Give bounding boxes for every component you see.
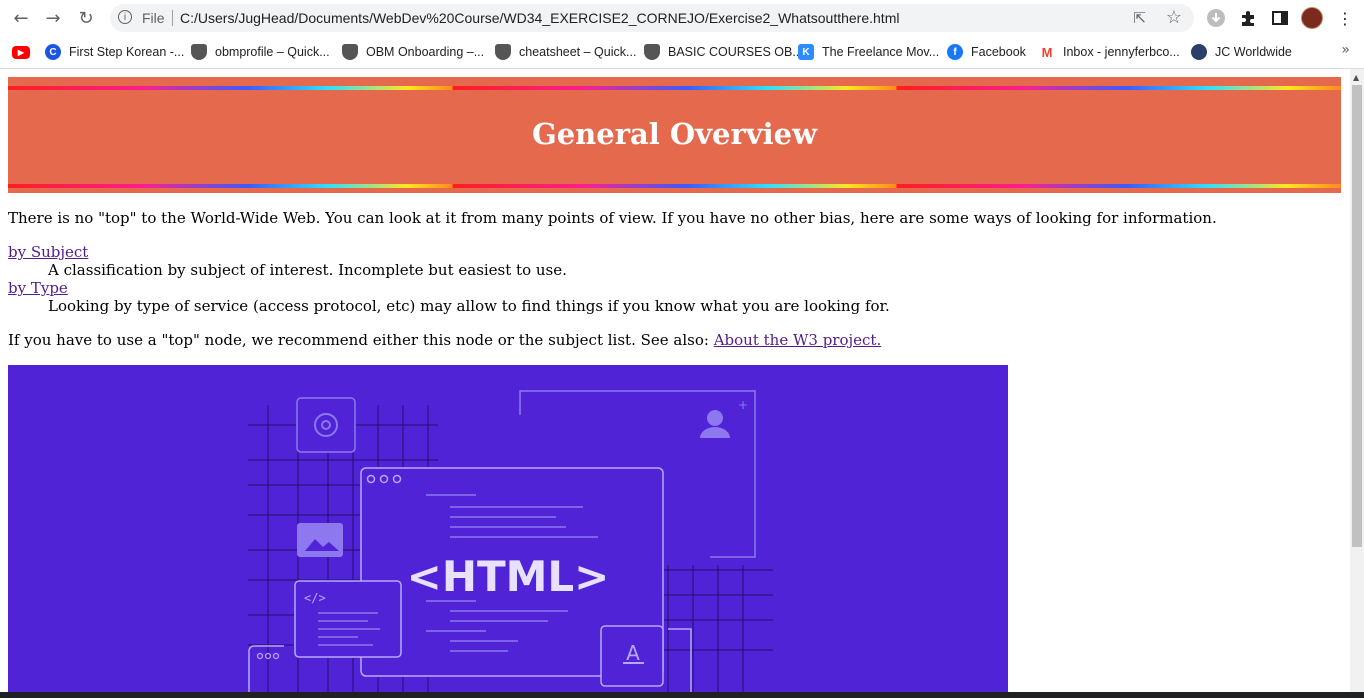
site-info-icon[interactable]: i — [118, 10, 132, 24]
definition-description-subject: A classification by subject of interest.… — [48, 261, 567, 279]
address-separator — [172, 10, 173, 26]
bookmark-cheatsheet[interactable]: cheatsheet – Quick... — [495, 43, 636, 61]
page-header: General Overview — [8, 77, 1341, 193]
youtube-icon: ▶ — [12, 45, 30, 59]
bookmark-c-icon: C — [45, 44, 61, 60]
user-icon — [707, 410, 723, 426]
address-url[interactable]: C:/Users/JugHead/Documents/WebDev%20Cour… — [180, 10, 899, 26]
definition-term-type: by Type — [8, 279, 68, 297]
bookmark-label: obmprofile – Quick... — [215, 45, 330, 59]
bookmark-first-step-korean[interactable]: C First Step Korean -... — [45, 43, 184, 61]
page-title: General Overview — [531, 117, 818, 151]
bookmark-label: Inbox - jennyferbco... — [1063, 45, 1180, 59]
code-icon: </> — [304, 591, 326, 605]
bookmark-freelance-mov[interactable]: K The Freelance Mov... — [798, 43, 939, 61]
address-bar[interactable]: i File C:/Users/JugHead/Documents/WebDev… — [110, 4, 1194, 32]
bookmark-star-icon[interactable]: ☆ — [1166, 7, 1182, 28]
intro-paragraph: There is no "top" to the World-Wide Web.… — [8, 209, 1217, 227]
rainbow-divider-top — [8, 86, 1341, 90]
extensions-icon[interactable] — [1237, 7, 1259, 29]
back-icon[interactable]: ← — [9, 6, 33, 30]
bookmark-obm-onboarding[interactable]: OBM Onboarding –... — [342, 43, 484, 61]
shield-icon — [191, 44, 207, 60]
shield-icon — [495, 44, 511, 60]
image-icon — [297, 523, 343, 557]
html-hero-image: + <HTML> </> A — [8, 365, 1008, 698]
rainbow-divider-bottom — [8, 184, 1341, 188]
by-type-link[interactable]: by Type — [8, 279, 68, 297]
bookmark-label: BASIC COURSES OB... — [668, 45, 803, 59]
closing-paragraph: If you have to use a "top" node, we reco… — [8, 331, 881, 349]
bookmarks-bar: ▶ C First Step Korean -... obmprofile – … — [0, 37, 1364, 69]
bookmark-basic-courses[interactable]: BASIC COURSES OB... — [644, 43, 803, 61]
bookmark-youtube[interactable]: ▶ — [12, 43, 38, 61]
bookmark-label: The Freelance Mov... — [822, 45, 940, 59]
menu-icon[interactable]: ⋮ — [1334, 7, 1356, 29]
reload-icon[interactable]: ↻ — [74, 6, 98, 30]
definition-term-subject: by Subject — [8, 243, 88, 261]
facebook-icon: f — [947, 44, 963, 60]
more-bookmarks-icon[interactable]: » — [1341, 42, 1350, 58]
bookmark-label: Facebook — [971, 45, 1026, 59]
by-subject-link[interactable]: by Subject — [8, 243, 88, 261]
bookmark-label: First Step Korean -... — [69, 45, 185, 59]
forward-icon[interactable]: → — [41, 6, 65, 30]
bookmark-label: cheatsheet – Quick... — [519, 45, 637, 59]
side-panel-icon[interactable] — [1269, 7, 1291, 29]
html-logo-text: <HTML> — [407, 552, 610, 601]
bookmark-obmprofile[interactable]: obmprofile – Quick... — [191, 43, 330, 61]
bookmark-inbox[interactable]: M Inbox - jennyferbco... — [1039, 43, 1180, 61]
closing-text: If you have to use a "top" node, we reco… — [8, 331, 714, 349]
bookmark-jc-worldwide[interactable]: JC Worldwide — [1191, 43, 1292, 61]
bookmark-label: JC Worldwide — [1215, 45, 1292, 59]
download-icon[interactable] — [1205, 7, 1227, 29]
about-w3-link[interactable]: About the W3 project. — [714, 331, 882, 349]
bookmark-label: OBM Onboarding –... — [366, 45, 485, 59]
taskbar-edge — [0, 692, 1364, 698]
svg-text:+: + — [738, 398, 748, 412]
bookmark-facebook[interactable]: f Facebook — [947, 43, 1026, 61]
page-viewport: General Overview There is no "top" to th… — [0, 69, 1350, 698]
scrollbar-thumb[interactable] — [1352, 85, 1362, 547]
freelance-icon: K — [798, 44, 814, 60]
gmail-icon: M — [1039, 44, 1055, 60]
jc-worldwide-icon — [1191, 44, 1207, 60]
address-scheme: File — [142, 10, 165, 26]
scroll-up-icon[interactable]: ▲ — [1353, 73, 1359, 82]
profile-avatar[interactable] — [1301, 7, 1323, 29]
html-illustration: + <HTML> </> A — [248, 390, 773, 698]
shield-icon — [644, 44, 660, 60]
share-icon[interactable]: ⇱ — [1133, 9, 1146, 27]
definition-description-type: Looking by type of service (access proto… — [48, 297, 890, 315]
shield-icon — [342, 44, 358, 60]
page-scrollbar[interactable]: ▲ — [1350, 69, 1364, 698]
font-a-icon: A — [626, 641, 640, 665]
browser-toolbar: ← → ↻ i File C:/Users/JugHead/Documents/… — [0, 0, 1364, 37]
